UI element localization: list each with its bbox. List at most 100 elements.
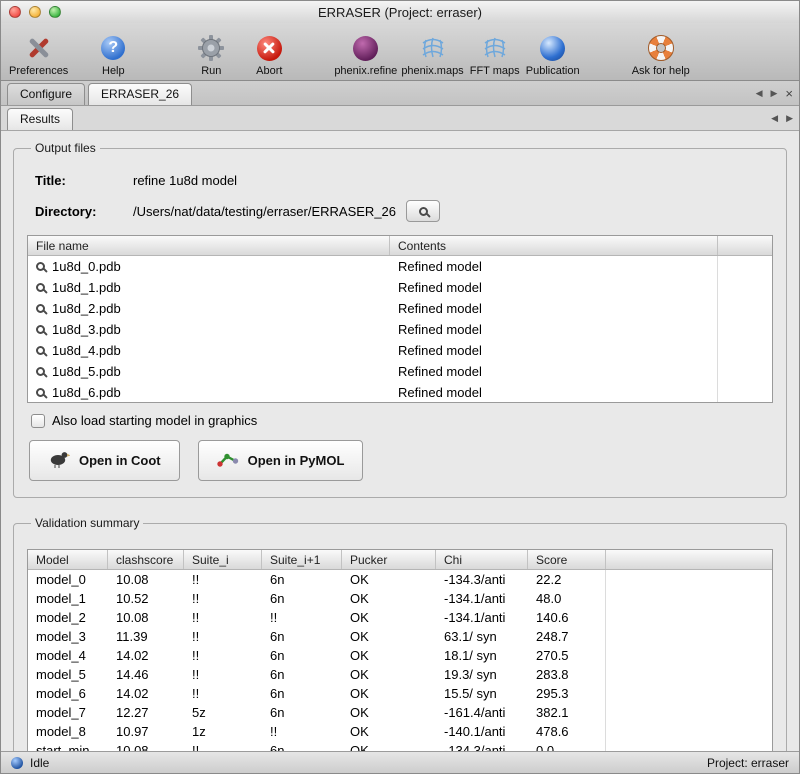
- validation-row[interactable]: model_0 10.08 !! 6n OK -134.3/anti 22.2: [28, 570, 772, 589]
- open-in-coot-button[interactable]: Open in Coot: [29, 440, 180, 481]
- toolbar-run-button[interactable]: Run: [184, 27, 238, 77]
- cell-suite-i1: 6n: [262, 627, 342, 646]
- file-row[interactable]: 1u8d_2.pdb Refined model: [28, 298, 772, 319]
- toolbar-label: Help: [102, 65, 125, 77]
- toolbar-fft-maps-button[interactable]: FFT maps: [468, 27, 522, 77]
- file-row[interactable]: 1u8d_1.pdb Refined model: [28, 277, 772, 298]
- validation-row[interactable]: model_1 10.52 !! 6n OK -134.1/anti 48.0: [28, 589, 772, 608]
- validation-row[interactable]: model_2 10.08 !! !! OK -134.1/anti 140.6: [28, 608, 772, 627]
- validation-table-body[interactable]: model_0 10.08 !! 6n OK -134.3/anti 22.2 …: [28, 570, 772, 751]
- cell-score: 283.8: [528, 665, 606, 684]
- tab-scroll-right-icon[interactable]: ▶: [770, 88, 777, 99]
- validation-row[interactable]: model_8 10.97 1z !! OK -140.1/anti 478.6: [28, 722, 772, 741]
- directory-value: /Users/nat/data/testing/erraser/ERRASER_…: [133, 204, 396, 219]
- validation-row[interactable]: model_7 12.27 5z 6n OK -161.4/anti 382.1: [28, 703, 772, 722]
- validation-row[interactable]: model_4 14.02 !! 6n OK 18.1/ syn 270.5: [28, 646, 772, 665]
- minimize-window-button[interactable]: [29, 6, 41, 18]
- title-bar[interactable]: ERRASER (Project: erraser): [1, 1, 799, 23]
- column-header-pucker[interactable]: Pucker: [342, 550, 436, 569]
- file-row[interactable]: 1u8d_6.pdb Refined model: [28, 382, 772, 402]
- cell-model: model_5: [28, 665, 108, 684]
- magnifier-icon: [36, 262, 45, 271]
- magnifier-icon: [36, 367, 45, 376]
- cell-clashscore: 11.39: [108, 627, 184, 646]
- toolbar-preferences-button[interactable]: Preferences: [9, 27, 68, 77]
- tab-scroll-left-icon[interactable]: ◀: [756, 88, 763, 99]
- cell-suite-i: !!: [184, 741, 262, 751]
- toolbar-label: Preferences: [9, 65, 68, 77]
- column-header-chi[interactable]: Chi: [436, 550, 528, 569]
- tab-erraser-26[interactable]: ERRASER_26: [88, 83, 192, 105]
- validation-row[interactable]: model_6 14.02 !! 6n OK 15.5/ syn 295.3: [28, 684, 772, 703]
- sub-tab-navigation: ◀ ▶: [771, 113, 793, 130]
- load-starting-model-checkbox[interactable]: [31, 414, 45, 428]
- cell-pucker: OK: [342, 627, 436, 646]
- magnifier-icon: [36, 325, 45, 334]
- file-row[interactable]: 1u8d_4.pdb Refined model: [28, 340, 772, 361]
- cell-clashscore: 14.02: [108, 646, 184, 665]
- cell-suite-i1: 6n: [262, 684, 342, 703]
- cell-clashscore: 10.52: [108, 589, 184, 608]
- toolbar-publication-button[interactable]: Publication: [526, 27, 580, 77]
- output-files-table-header: File name Contents: [28, 236, 772, 256]
- cell-clashscore: 10.08: [108, 741, 184, 751]
- cell-suite-i: 5z: [184, 703, 262, 722]
- tab-results[interactable]: Results: [7, 108, 73, 130]
- zoom-window-button[interactable]: [49, 6, 61, 18]
- traffic-lights: [9, 6, 61, 18]
- cell-suite-i1: 6n: [262, 741, 342, 751]
- output-files-table-body[interactable]: 1u8d_0.pdb Refined model 1u8d_1.pdb Refi…: [28, 256, 772, 402]
- cell-chi: 63.1/ syn: [436, 627, 528, 646]
- column-header-file-name[interactable]: File name: [28, 236, 390, 255]
- toolbar-abort-button[interactable]: Abort: [242, 27, 296, 77]
- column-header-score[interactable]: Score: [528, 550, 606, 569]
- validation-summary-group-label: Validation summary: [31, 516, 143, 530]
- file-contents: Refined model: [390, 277, 718, 298]
- cell-chi: -134.3/anti: [436, 741, 528, 751]
- cell-score: 0.0: [528, 741, 606, 751]
- cell-score: 295.3: [528, 684, 606, 703]
- validation-row[interactable]: start_min 10.08 !! 6n OK -134.3/anti 0.0: [28, 741, 772, 751]
- cell-suite-i1: 6n: [262, 589, 342, 608]
- file-contents: Refined model: [390, 361, 718, 382]
- cell-pucker: OK: [342, 589, 436, 608]
- cell-model: start_min: [28, 741, 108, 751]
- close-window-button[interactable]: [9, 6, 21, 18]
- cell-suite-i: !!: [184, 608, 262, 627]
- file-row[interactable]: 1u8d_0.pdb Refined model: [28, 256, 772, 277]
- column-header-clashscore[interactable]: clashscore: [108, 550, 184, 569]
- toolbar-ask-for-help-button[interactable]: Ask for help: [632, 27, 690, 77]
- validation-row[interactable]: model_5 14.46 !! 6n OK 19.3/ syn 283.8: [28, 665, 772, 684]
- column-header-model[interactable]: Model: [28, 550, 108, 569]
- toolbar-phenix-refine-button[interactable]: phenix.refine: [334, 27, 397, 77]
- magnifier-icon: [419, 207, 428, 216]
- toolbar-label: FFT maps: [470, 65, 520, 77]
- help-question-icon: [101, 33, 125, 63]
- cell-score: 48.0: [528, 589, 606, 608]
- cell-chi: 15.5/ syn: [436, 684, 528, 703]
- open-in-pymol-button[interactable]: Open in PyMOL: [198, 440, 364, 481]
- file-row[interactable]: 1u8d_5.pdb Refined model: [28, 361, 772, 382]
- toolbar-label: Abort: [256, 65, 282, 77]
- column-header-suite-i[interactable]: Suite_i: [184, 550, 262, 569]
- toolbar-label: Run: [201, 65, 221, 77]
- validation-row[interactable]: model_3 11.39 !! 6n OK 63.1/ syn 248.7: [28, 627, 772, 646]
- life-ring-icon: [648, 33, 674, 63]
- open-directory-button[interactable]: [406, 200, 440, 222]
- toolbar-help-button[interactable]: Help: [86, 27, 140, 77]
- tab-close-icon[interactable]: ×: [785, 89, 793, 98]
- main-tab-bar: Configure ERRASER_26 ◀ ▶ ×: [1, 81, 799, 106]
- file-contents: Refined model: [390, 340, 718, 361]
- pymol-icon: [217, 449, 239, 472]
- viewer-buttons: Open in Coot Open in PyMOL: [29, 440, 771, 481]
- column-header-contents[interactable]: Contents: [390, 236, 718, 255]
- tab-configure[interactable]: Configure: [7, 83, 85, 105]
- cell-model: model_7: [28, 703, 108, 722]
- window-title: ERRASER (Project: erraser): [1, 5, 799, 20]
- toolbar-phenix-maps-button[interactable]: phenix.maps: [401, 27, 463, 77]
- sub-tab-scroll-left-icon[interactable]: ◀: [771, 113, 778, 124]
- file-row[interactable]: 1u8d_3.pdb Refined model: [28, 319, 772, 340]
- output-files-group-label: Output files: [31, 141, 100, 155]
- sub-tab-scroll-right-icon[interactable]: ▶: [786, 113, 793, 124]
- column-header-suite-i1[interactable]: Suite_i+1: [262, 550, 342, 569]
